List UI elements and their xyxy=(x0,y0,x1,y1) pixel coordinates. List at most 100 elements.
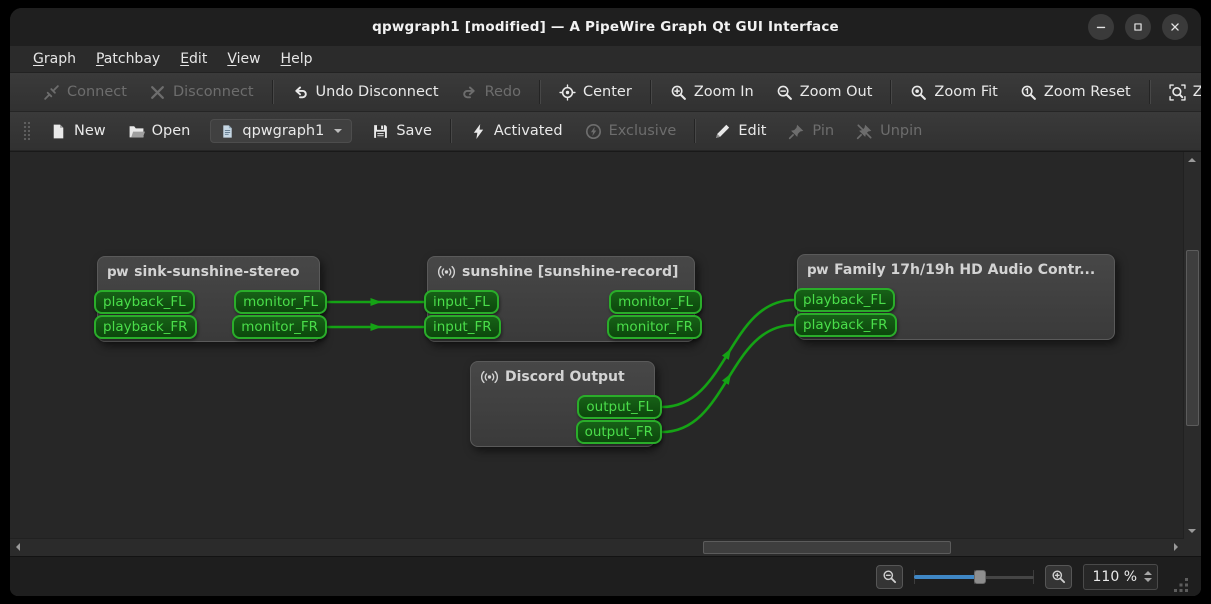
minimize-icon xyxy=(1094,20,1108,34)
close-button[interactable] xyxy=(1162,14,1188,40)
button-label: Activated xyxy=(493,123,563,139)
port-playback-fr[interactable]: playback_FR xyxy=(794,313,897,337)
window-title: qpwgraph1 [modified] — A PipeWire Graph … xyxy=(372,19,839,35)
zoom-fit-button[interactable]: Zoom Fit xyxy=(899,78,1008,107)
maximize-button[interactable] xyxy=(1125,14,1151,40)
button-label: Center xyxy=(583,84,632,100)
save-button[interactable]: Save xyxy=(361,117,443,146)
unpin-button[interactable]: Unpin xyxy=(845,117,933,146)
center-button[interactable]: Center xyxy=(548,78,643,107)
port-playback-fl[interactable]: playback_FL xyxy=(794,288,895,312)
edit-button[interactable]: Edit xyxy=(703,117,777,146)
graph-node-discord[interactable]: Discord Output output_FL output_FR xyxy=(470,361,662,447)
node-title-label: sink-sunshine-stereo xyxy=(134,264,300,280)
toolbar-separator xyxy=(539,80,541,104)
pipewire-icon: pw xyxy=(107,264,129,280)
statusbar-zoom-out-button[interactable] xyxy=(875,564,903,589)
menu-patchbay[interactable]: Patchbay xyxy=(86,48,170,71)
node-title: Discord Output xyxy=(471,362,654,385)
zoom-out-button[interactable]: Zoom Out xyxy=(765,78,884,107)
open-button[interactable]: Open xyxy=(117,117,202,146)
graph-node-sunshine[interactable]: sunshine [sunshine-record] input_FL input_… xyxy=(424,256,702,342)
chevron-down-icon xyxy=(334,129,343,137)
zoom-range-button[interactable]: Zoom Range xyxy=(1158,78,1201,107)
scrollbar-corner xyxy=(1184,539,1201,556)
zoom-in-icon xyxy=(670,84,687,101)
file-icon xyxy=(220,124,235,139)
canvas-viewport[interactable]: pw sink-sunshine-stereo playback_FL playbac… xyxy=(10,152,1184,539)
toolbar-separator xyxy=(449,119,452,143)
port-input-fl[interactable]: input_FL xyxy=(424,290,499,314)
maximize-icon xyxy=(1131,20,1145,34)
close-icon xyxy=(1168,20,1182,34)
scroll-up-icon[interactable] xyxy=(1188,158,1196,162)
connection-arrow-icon xyxy=(370,323,382,331)
statusbar-zoom-in-button[interactable] xyxy=(1044,564,1072,589)
zoom-slider[interactable] xyxy=(913,568,1034,586)
port-playback-fl[interactable]: playback_FL xyxy=(94,290,195,314)
node-title: sunshine [sunshine-record] xyxy=(428,257,694,280)
port-playback-fr[interactable]: playback_FR xyxy=(94,315,197,339)
button-label: Zoom Range xyxy=(1192,84,1201,100)
port-output-fr[interactable]: output_FR xyxy=(575,420,662,444)
scroll-down-icon[interactable] xyxy=(1188,529,1196,533)
horizontal-scrollbar-thumb[interactable] xyxy=(703,541,951,554)
horizontal-scrollbar[interactable] xyxy=(10,538,1184,556)
zoom-in-button[interactable]: Zoom In xyxy=(659,78,765,107)
save-icon xyxy=(372,123,389,140)
port-output-fl[interactable]: output_FL xyxy=(577,395,662,419)
port-monitor-fl[interactable]: monitor_FL xyxy=(234,290,327,314)
center-icon xyxy=(559,83,576,101)
vertical-scrollbar[interactable] xyxy=(1183,152,1201,539)
button-label: Zoom Reset xyxy=(1043,84,1131,100)
redo-button[interactable]: Redo xyxy=(450,78,532,107)
toolbar-separator xyxy=(1148,80,1151,104)
pin-button[interactable]: Pin xyxy=(777,117,845,146)
exclusive-icon xyxy=(585,123,602,140)
connect-button[interactable]: Connect xyxy=(32,78,138,107)
exclusive-button[interactable]: Exclusive xyxy=(574,117,688,146)
resize-grip-icon[interactable] xyxy=(1173,577,1189,593)
stream-icon xyxy=(480,369,499,385)
toolbar-handle[interactable] xyxy=(23,121,30,141)
undo-disconnect-button[interactable]: Undo Disconnect xyxy=(281,78,450,107)
port-input-fr[interactable]: input_FR xyxy=(424,315,501,339)
patchbay-file-combobox[interactable]: qpwgraph1 xyxy=(210,119,353,143)
port-monitor-fl[interactable]: monitor_FL xyxy=(609,290,702,314)
zoom-out-icon xyxy=(882,569,897,584)
menu-graph[interactable]: Graph xyxy=(23,48,86,71)
port-monitor-fr[interactable]: monitor_FR xyxy=(607,315,702,339)
zoom-spinbox[interactable]: 110 % xyxy=(1082,563,1158,590)
titlebar[interactable]: qpwgraph1 [modified] — A PipeWire Graph … xyxy=(10,8,1201,46)
redo-icon xyxy=(461,84,478,101)
combobox-value: qpwgraph1 xyxy=(242,123,325,139)
menu-view[interactable]: View xyxy=(217,48,270,71)
spinbox-steppers xyxy=(1144,571,1152,582)
button-label: Zoom In xyxy=(693,84,754,100)
button-label: Open xyxy=(151,123,191,139)
toolbar-separator xyxy=(271,80,274,104)
button-label: Connect xyxy=(67,84,127,100)
connections-layer xyxy=(326,298,795,434)
menu-help[interactable]: Help xyxy=(271,48,323,71)
scroll-right-icon[interactable] xyxy=(1174,543,1178,551)
button-label: Zoom Fit xyxy=(934,84,998,100)
scroll-left-icon[interactable] xyxy=(16,543,20,551)
activated-button[interactable]: Activated xyxy=(459,117,574,146)
port-monitor-fr[interactable]: monitor_FR xyxy=(232,315,327,339)
disconnect-button[interactable]: Disconnect xyxy=(138,78,265,107)
vertical-scrollbar-thumb[interactable] xyxy=(1186,250,1199,426)
new-button[interactable]: New xyxy=(39,117,117,146)
spin-up-icon[interactable] xyxy=(1144,571,1152,575)
zoom-fit-icon xyxy=(910,84,927,101)
minimize-button[interactable] xyxy=(1088,14,1114,40)
statusbar: 110 % xyxy=(10,556,1201,596)
zoom-reset-button[interactable]: Zoom Reset xyxy=(1009,78,1142,107)
menu-edit[interactable]: Edit xyxy=(170,48,217,71)
toolbar-separator xyxy=(890,80,893,104)
spin-down-icon[interactable] xyxy=(1144,578,1152,582)
graph-node-sink[interactable]: pw sink-sunshine-stereo playback_FL playbac… xyxy=(94,256,327,342)
edit-icon xyxy=(714,123,731,140)
zoom-slider-handle[interactable] xyxy=(973,569,986,584)
graph-node-family[interactable]: pw Family 17h/19h HD Audio Contr... playba… xyxy=(794,254,1115,340)
